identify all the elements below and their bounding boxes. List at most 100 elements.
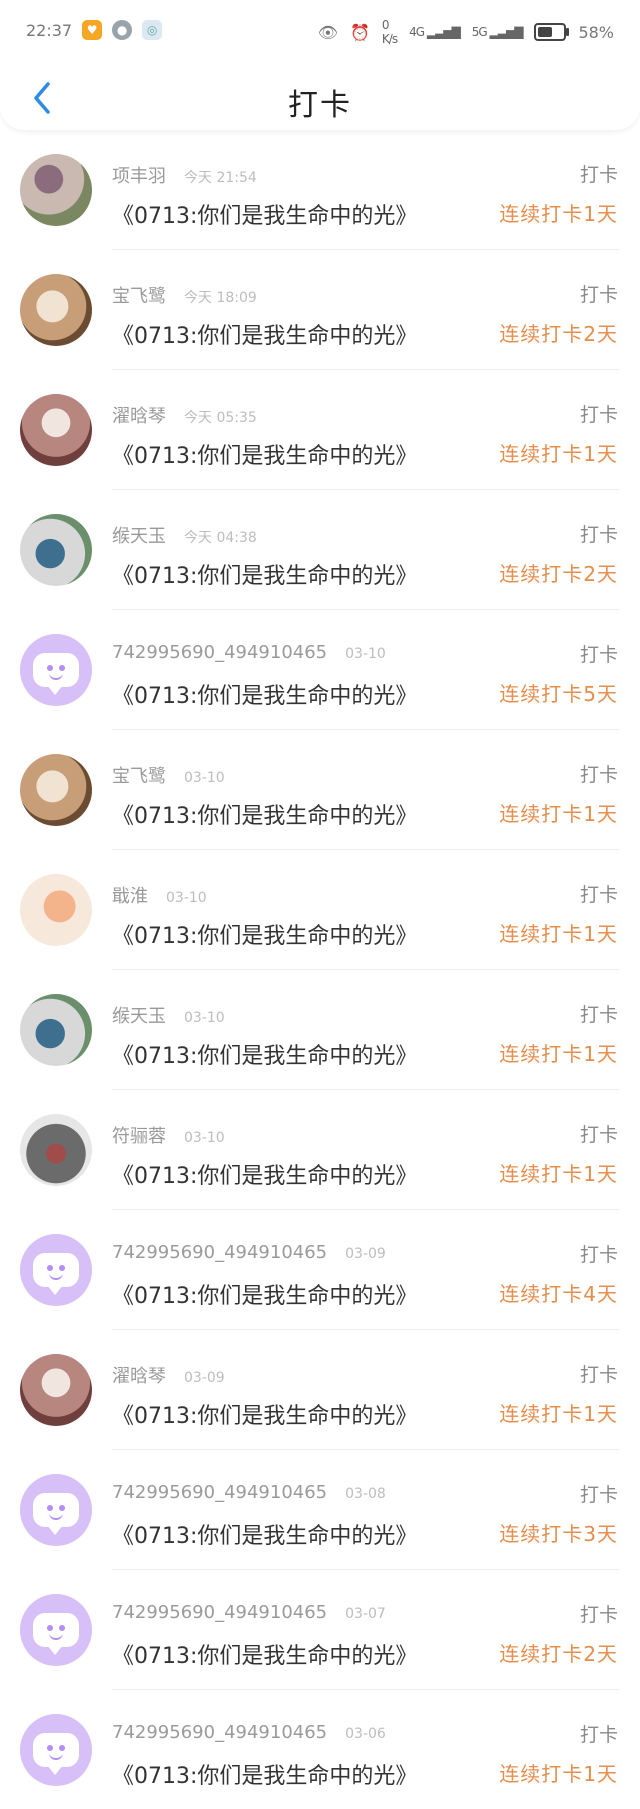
checkin-tag: 打卡 [579, 524, 618, 546]
streak-count: 连续打卡4天 [499, 1282, 618, 1306]
user-name[interactable]: 项丰羽 [112, 162, 166, 188]
item-meta: 濯晗琴 03-09 [112, 1362, 225, 1388]
checkin-tag: 打卡 [579, 1724, 618, 1746]
list-item[interactable]: 742995690_494910465 03-10 《0713:你们是我生命中的光》… [0, 610, 640, 730]
timestamp: 今天 05:35 [184, 410, 257, 426]
checkin-message: 《0713:你们是我生命中的光》 [112, 324, 418, 349]
timestamp: 03-10 [184, 770, 225, 786]
avatar[interactable] [20, 994, 92, 1066]
streak-count: 连续打卡1天 [499, 442, 618, 466]
user-name[interactable]: 742995690_494910465 [112, 1602, 327, 1623]
checkin-tag: 打卡 [579, 644, 618, 666]
user-name[interactable]: 符骊蓉 [112, 1122, 166, 1148]
list-item[interactable]: 濯晗琴 03-09 《0713:你们是我生命中的光》 打卡 连续打卡1天 [0, 1330, 640, 1450]
top-bar: 22:37 ♥ ● ◎ 👁 ⏰ 0 K/s 4G ▂▃▅▇ 5G ▂▃▅▇ 58… [0, 0, 640, 130]
item-meta: 742995690_494910465 03-09 [112, 1242, 386, 1263]
user-name[interactable]: 742995690_494910465 [112, 1722, 327, 1743]
avatar[interactable] [20, 1114, 92, 1186]
user-name[interactable]: 宝飞鹭 [112, 282, 166, 308]
streak-count: 连续打卡1天 [499, 1162, 618, 1186]
list-item[interactable]: 宝飞鹭 今天 18:09 《0713:你们是我生命中的光》 打卡 连续打卡2天 [0, 250, 640, 370]
streak-count: 连续打卡5天 [499, 682, 618, 706]
avatar[interactable] [20, 1234, 92, 1306]
user-name[interactable]: 缑天玉 [112, 1002, 166, 1028]
checkin-message: 《0713:你们是我生命中的光》 [112, 1644, 418, 1669]
streak-count: 连续打卡2天 [499, 562, 618, 586]
avatar[interactable] [20, 1594, 92, 1666]
item-meta: 742995690_494910465 03-08 [112, 1482, 386, 1503]
timestamp: 今天 21:54 [184, 170, 257, 186]
item-meta: 项丰羽 今天 21:54 [112, 162, 257, 188]
status-bar: 22:37 ♥ ● ◎ 👁 ⏰ 0 K/s 4G ▂▃▅▇ 5G ▂▃▅▇ 58… [0, 0, 640, 64]
timestamp: 今天 04:38 [184, 530, 257, 546]
alarm-icon: ⏰ [350, 22, 370, 42]
checkin-tag: 打卡 [579, 884, 618, 906]
list-item[interactable]: 742995690_494910465 03-06 《0713:你们是我生命中的光》… [0, 1690, 640, 1809]
item-meta: 742995690_494910465 03-10 [112, 642, 386, 663]
timestamp: 03-10 [345, 646, 386, 662]
checkin-tag: 打卡 [579, 1244, 618, 1266]
avatar[interactable] [20, 754, 92, 826]
header: 打卡 [0, 64, 640, 130]
list-item[interactable]: 戢淮 03-10 《0713:你们是我生命中的光》 打卡 连续打卡1天 [0, 850, 640, 970]
checkin-message: 《0713:你们是我生命中的光》 [112, 1764, 418, 1789]
user-name[interactable]: 濯晗琴 [112, 1362, 166, 1388]
avatar[interactable] [20, 1474, 92, 1546]
list-item[interactable]: 742995690_494910465 03-09 《0713:你们是我生命中的光》… [0, 1210, 640, 1330]
list-item[interactable]: 缑天玉 今天 04:38 《0713:你们是我生命中的光》 打卡 连续打卡2天 [0, 490, 640, 610]
streak-count: 连续打卡1天 [499, 1402, 618, 1426]
timestamp: 03-08 [345, 1486, 386, 1502]
list-item[interactable]: 宝飞鹭 03-10 《0713:你们是我生命中的光》 打卡 连续打卡1天 [0, 730, 640, 850]
list-item[interactable]: 742995690_494910465 03-08 《0713:你们是我生命中的光》… [0, 1450, 640, 1570]
chat-bubble-icon [33, 653, 79, 695]
item-meta: 宝飞鹭 03-10 [112, 762, 225, 788]
battery-percent: 58% [578, 22, 614, 42]
status-time: 22:37 [26, 20, 73, 40]
checkin-message: 《0713:你们是我生命中的光》 [112, 1164, 418, 1189]
user-name[interactable]: 742995690_494910465 [112, 1482, 327, 1503]
streak-count: 连续打卡1天 [499, 1042, 618, 1066]
list-item[interactable]: 项丰羽 今天 21:54 《0713:你们是我生命中的光》 打卡 连续打卡1天 [0, 130, 640, 250]
user-name[interactable]: 濯晗琴 [112, 402, 166, 428]
avatar[interactable] [20, 1354, 92, 1426]
avatar[interactable] [20, 634, 92, 706]
checkin-tag: 打卡 [579, 1124, 618, 1146]
wechat-icon: ● [112, 20, 133, 40]
checkin-list: 项丰羽 今天 21:54 《0713:你们是我生命中的光》 打卡 连续打卡1天 宝飞鹭 今天… [0, 130, 640, 1809]
item-meta: 符骊蓉 03-10 [112, 1122, 225, 1148]
user-name[interactable]: 742995690_494910465 [112, 642, 327, 663]
network-label: 4G [409, 25, 425, 39]
user-name[interactable]: 缑天玉 [112, 522, 166, 548]
user-name[interactable]: 742995690_494910465 [112, 1242, 327, 1263]
list-item[interactable]: 742995690_494910465 03-07 《0713:你们是我生命中的光》… [0, 1570, 640, 1690]
list-item[interactable]: 濯晗琴 今天 05:35 《0713:你们是我生命中的光》 打卡 连续打卡1天 [0, 370, 640, 490]
item-meta: 濯晗琴 今天 05:35 [112, 402, 257, 428]
chat-bubble-icon [33, 1733, 79, 1775]
avatar[interactable] [20, 154, 92, 226]
item-meta: 742995690_494910465 03-07 [112, 1602, 386, 1623]
network-speed-unit: K/s [381, 32, 398, 46]
avatar[interactable] [20, 394, 92, 466]
avatar[interactable] [20, 514, 92, 586]
chat-bubble-icon [33, 1613, 79, 1655]
streak-count: 连续打卡1天 [499, 1762, 618, 1786]
timestamp: 03-07 [345, 1606, 386, 1622]
checkin-tag: 打卡 [579, 1604, 618, 1626]
eye-icon: 👁 [317, 22, 338, 42]
streak-count: 连续打卡3天 [499, 1522, 618, 1546]
checkin-message: 《0713:你们是我生命中的光》 [112, 804, 418, 829]
streak-count: 连续打卡1天 [499, 802, 618, 826]
checkin-tag: 打卡 [579, 404, 618, 426]
timestamp: 03-06 [345, 1726, 386, 1742]
user-name[interactable]: 戢淮 [112, 882, 148, 908]
avatar[interactable] [20, 874, 92, 946]
avatar[interactable] [20, 274, 92, 346]
timestamp: 今天 18:09 [184, 290, 257, 306]
user-name[interactable]: 宝飞鹭 [112, 762, 166, 788]
list-item[interactable]: 符骊蓉 03-10 《0713:你们是我生命中的光》 打卡连续打卡1天 [0, 1090, 640, 1210]
checkin-tag: 打卡 [579, 1484, 618, 1506]
list-item[interactable]: 缑天玉 03-10 《0713:你们是我生命中的光》 打卡 连续打卡1天 [0, 970, 640, 1090]
streak-count: 连续打卡1天 [499, 922, 618, 946]
timestamp: 03-10 [184, 1010, 225, 1026]
avatar[interactable] [20, 1714, 92, 1786]
